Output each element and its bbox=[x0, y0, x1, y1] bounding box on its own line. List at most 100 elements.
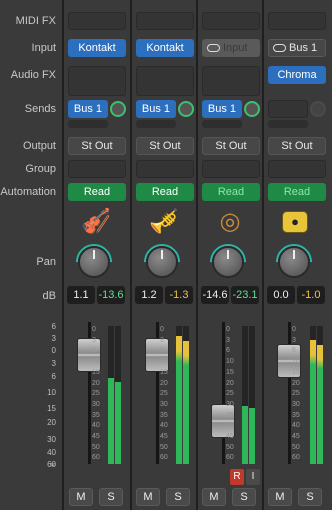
peak-readout[interactable]: -1.3 bbox=[165, 286, 193, 304]
fader-scale-mark: 40 bbox=[226, 422, 234, 430]
send-level-knob[interactable] bbox=[178, 101, 194, 117]
audio-fx-slot[interactable]: Chroma bbox=[268, 66, 326, 84]
mixer-window: MIDI FX Input Audio FX Sends Output Grou… bbox=[0, 0, 332, 510]
send-button[interactable]: Bus 1 bbox=[68, 100, 108, 118]
volume-readout[interactable]: 1.2 bbox=[135, 286, 163, 304]
fader-scale-mark: 10 bbox=[292, 358, 300, 366]
fader-scale-mark: 30 bbox=[226, 400, 234, 408]
fader-scale-mark: 0 bbox=[226, 326, 230, 333]
audio-fx-slot[interactable] bbox=[136, 66, 194, 96]
solo-button[interactable]: S bbox=[99, 488, 123, 506]
automation-button[interactable]: Read bbox=[68, 183, 126, 201]
sends-label: Sends bbox=[24, 103, 56, 115]
mute-button[interactable]: M bbox=[136, 488, 160, 506]
mute-button[interactable]: M bbox=[268, 488, 292, 506]
solo-button[interactable]: S bbox=[232, 488, 256, 506]
pan-knob[interactable] bbox=[212, 246, 244, 278]
fader-scale-mark: 15 bbox=[292, 368, 300, 376]
scale-mark: 6 bbox=[51, 372, 56, 381]
scale-mark: 20 bbox=[47, 418, 56, 427]
channel-strip-4: Bus 1 Chroma St Out Read ● 0.0 -1.0 M S … bbox=[264, 0, 332, 510]
input-button[interactable]: Kontakt bbox=[136, 39, 194, 57]
scale-mark: 30 bbox=[47, 435, 56, 444]
db-label: dB bbox=[42, 290, 56, 302]
automation-button[interactable]: Read bbox=[202, 183, 260, 201]
send-button[interactable]: Bus 1 bbox=[136, 100, 176, 118]
audio-fx-slot[interactable] bbox=[68, 66, 126, 96]
record-enable-button[interactable]: R bbox=[230, 469, 244, 485]
output-button[interactable]: St Out bbox=[136, 137, 194, 155]
fader-scale-mark: 15 bbox=[92, 368, 100, 376]
audio-fx-label: Audio FX bbox=[10, 69, 56, 81]
input-button[interactable]: Input bbox=[202, 39, 260, 57]
scale-mark: ∞ bbox=[50, 460, 56, 469]
input-button[interactable]: Kontakt bbox=[68, 39, 126, 57]
group-slot[interactable] bbox=[68, 160, 126, 178]
pan-knob[interactable] bbox=[278, 246, 310, 278]
automation-button[interactable]: Read bbox=[136, 183, 194, 201]
send-level-knob[interactable] bbox=[310, 101, 326, 117]
peak-readout[interactable]: -1.0 bbox=[297, 286, 325, 304]
volume-fader[interactable] bbox=[145, 338, 169, 372]
violin-icon: 🎻 bbox=[81, 208, 111, 235]
volume-fader[interactable] bbox=[77, 338, 101, 372]
input-label: Input bbox=[31, 42, 56, 54]
pan-label: Pan bbox=[36, 256, 56, 268]
output-label: Output bbox=[22, 140, 56, 152]
peak-readout[interactable]: -13.6 bbox=[97, 286, 125, 304]
group-slot[interactable] bbox=[202, 160, 260, 178]
output-button[interactable]: St Out bbox=[68, 137, 126, 155]
mute-button[interactable]: M bbox=[69, 488, 93, 506]
level-meter bbox=[108, 326, 114, 464]
midi-fx-slot[interactable] bbox=[202, 12, 260, 30]
fader-scale-mark: 20 bbox=[292, 379, 300, 387]
input-button[interactable]: Bus 1 bbox=[268, 39, 326, 57]
send-level-knob[interactable] bbox=[110, 101, 126, 117]
level-meter bbox=[115, 326, 121, 464]
send-slot[interactable] bbox=[68, 120, 108, 128]
pan-knob[interactable] bbox=[146, 246, 178, 278]
peak-readout[interactable]: -23.1 bbox=[231, 286, 259, 304]
fader-scale-mark: 45 bbox=[226, 433, 234, 440]
fader-scale-mark: 30 bbox=[292, 400, 300, 408]
fader-scale-mark: 6 bbox=[292, 347, 296, 355]
midi-fx-slot[interactable] bbox=[68, 12, 126, 30]
meter-fill bbox=[242, 406, 248, 464]
input-monitor-button[interactable]: I bbox=[246, 469, 260, 485]
send-slot[interactable] bbox=[268, 120, 308, 128]
scale-mark: 10 bbox=[47, 388, 56, 397]
send-slot[interactable] bbox=[202, 120, 242, 128]
fader-scale-mark: 6 bbox=[226, 347, 230, 355]
fader-scale-mark: 20 bbox=[226, 379, 234, 387]
fader-scale-mark: 0 bbox=[160, 326, 164, 333]
mute-button[interactable]: M bbox=[202, 488, 226, 506]
send-slot[interactable] bbox=[136, 120, 176, 128]
volume-readout[interactable]: -14.6 bbox=[201, 286, 229, 304]
automation-button[interactable]: Read bbox=[268, 183, 326, 201]
pan-knob[interactable] bbox=[78, 246, 110, 278]
volume-readout[interactable]: 1.1 bbox=[67, 286, 95, 304]
automation-label: Automation bbox=[0, 186, 56, 198]
fader-scale-mark: 60 bbox=[292, 454, 300, 462]
group-slot[interactable] bbox=[136, 160, 194, 178]
midi-fx-slot[interactable] bbox=[136, 12, 194, 30]
output-button[interactable]: St Out bbox=[202, 137, 260, 155]
group-slot[interactable] bbox=[268, 160, 326, 178]
fader-scale-mark: 3 bbox=[226, 336, 230, 344]
send-button[interactable] bbox=[268, 100, 308, 118]
stereo-icon bbox=[273, 44, 286, 52]
volume-readout[interactable]: 0.0 bbox=[267, 286, 295, 304]
midi-fx-slot[interactable] bbox=[268, 12, 326, 30]
audio-fx-slot[interactable] bbox=[202, 66, 260, 96]
solo-button[interactable]: S bbox=[298, 488, 322, 506]
fader-scale-mark: 6 bbox=[92, 347, 96, 355]
brass-icon: 🎺 bbox=[149, 208, 179, 235]
send-button[interactable]: Bus 1 bbox=[202, 100, 242, 118]
solo-button[interactable]: S bbox=[166, 488, 190, 506]
channel-strip-2: Kontakt Bus 1 St Out Read 🎺 1.2 -1.3 M S… bbox=[132, 0, 196, 510]
fader-scale-mark: 25 bbox=[92, 390, 100, 398]
send-level-knob[interactable] bbox=[244, 101, 260, 117]
fader-scale-mark: 10 bbox=[92, 358, 100, 366]
output-button[interactable]: St Out bbox=[268, 137, 326, 155]
level-meter bbox=[242, 326, 248, 464]
